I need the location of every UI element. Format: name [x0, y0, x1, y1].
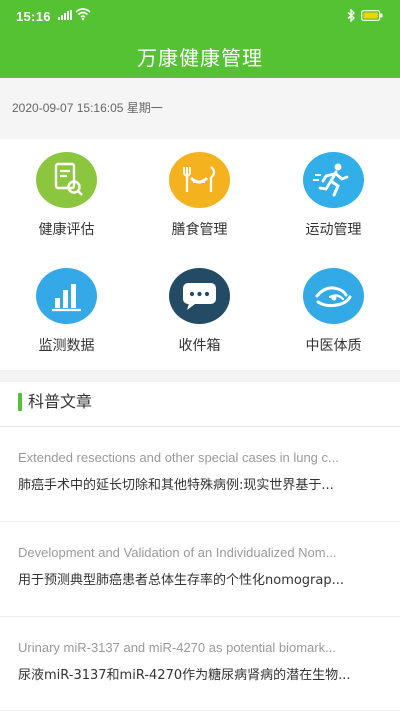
datetime-bar: 2020-09-07 15:16:05 星期一: [0, 78, 400, 139]
article-item[interactable]: Development and Validation of an Individ…: [0, 522, 400, 617]
menu-diet-management[interactable]: 膳食管理: [133, 139, 266, 239]
article-title-en: Urinary miR-3137 and miR-4270 as potenti…: [18, 640, 336, 655]
menu-label: 监测数据: [38, 338, 95, 354]
signal-icon: [58, 10, 72, 20]
feature-menu: 健康评估 膳食管理 运动管理 监测数据 收件箱 中医体质: [0, 139, 400, 370]
article-item[interactable]: Extended resections and other special ca…: [0, 427, 400, 522]
current-datetime: 2020-09-07 15:16:05 星期一: [12, 101, 163, 115]
menu-label: 膳食管理: [171, 222, 228, 238]
article-title-en: Development and Validation of an Individ…: [18, 545, 337, 560]
articles-list: Extended resections and other special ca…: [0, 427, 400, 710]
health-assessment-icon: [36, 152, 97, 208]
bluetooth-icon: [347, 9, 356, 22]
section-title: 科普文章: [28, 392, 93, 411]
article-item[interactable]: Urinary miR-3137 and miR-4270 as potenti…: [0, 617, 400, 711]
exercise-management-icon: [303, 152, 364, 208]
menu-tcm-constitution[interactable]: 中医体质: [267, 255, 400, 355]
inbox-icon: [169, 268, 230, 324]
articles-section-header: 科普文章: [0, 382, 400, 427]
article-title-zh: 尿液miR-3137和miR-4270作为糖尿病肾病的潜在生物...: [18, 668, 351, 683]
menu-exercise-management[interactable]: 运动管理: [267, 139, 400, 239]
battery-icon: [361, 10, 383, 21]
page-title: 万康健康管理: [137, 46, 263, 70]
monitoring-data-icon: [36, 268, 97, 324]
menu-label: 中医体质: [305, 338, 362, 354]
status-time: 15:16: [16, 9, 51, 24]
wifi-icon: [75, 8, 91, 21]
diet-management-icon: [169, 152, 230, 208]
menu-health-assessment[interactable]: 健康评估: [0, 139, 133, 239]
section-accent-bar: [18, 393, 22, 411]
menu-label: 收件箱: [178, 338, 221, 354]
menu-monitoring-data[interactable]: 监测数据: [0, 255, 133, 355]
article-title-en: Extended resections and other special ca…: [18, 450, 339, 465]
status-bar: 15:16: [0, 0, 400, 30]
app-header: 15:16 万康健康管理: [0, 0, 400, 78]
menu-inbox[interactable]: 收件箱: [133, 255, 266, 355]
article-title-zh: 用于预测典型肺癌患者总体生存率的个性化nomograp...: [18, 573, 345, 588]
tcm-constitution-icon: [303, 268, 364, 324]
menu-label: 运动管理: [305, 222, 362, 238]
article-title-zh: 肺癌手术中的延长切除和其他特殊病例:现实世界基于...: [18, 478, 334, 493]
menu-label: 健康评估: [38, 222, 95, 238]
